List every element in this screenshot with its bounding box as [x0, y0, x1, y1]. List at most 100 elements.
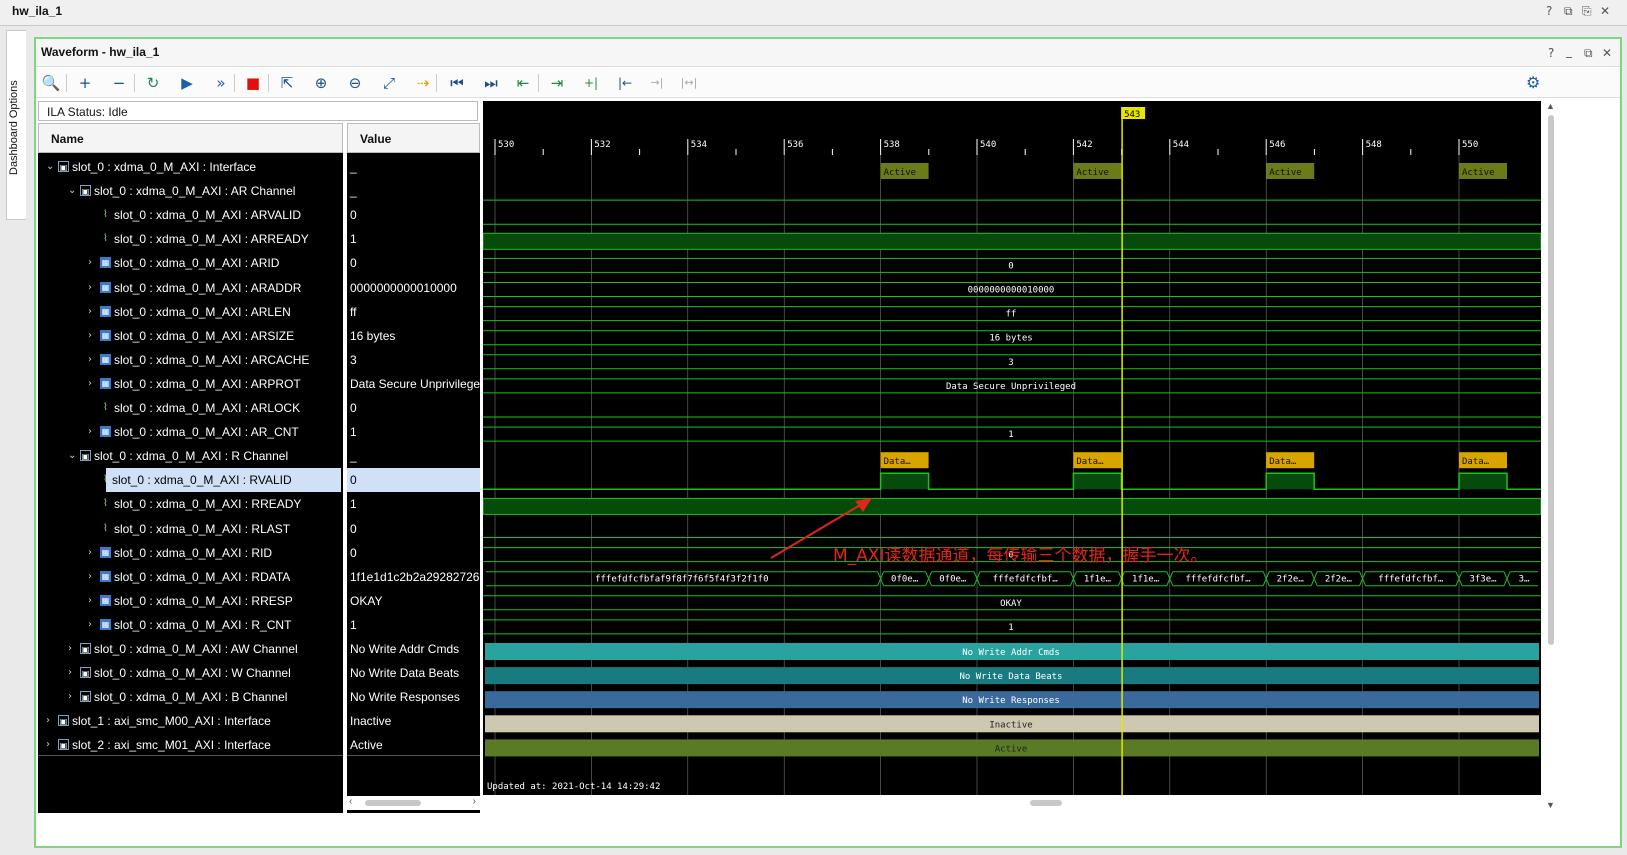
signal-row[interactable]: › ▦ slot_0 : xdma_0_M_AXI : ARCACHE: [38, 348, 343, 372]
help-icon[interactable]: ?: [1546, 4, 1552, 18]
expand-icon[interactable]: ›: [46, 709, 56, 733]
rdata-value-label: 1f1e…: [1132, 575, 1160, 585]
zoom-out-icon[interactable]: ⊖: [344, 72, 366, 94]
close-icon[interactable]: ✕: [1600, 4, 1610, 18]
scroll-down-icon[interactable]: ▼: [1546, 800, 1555, 810]
next-marker-icon[interactable]: →|: [646, 72, 668, 94]
help-icon[interactable]: ?: [1548, 46, 1554, 60]
toolbar-separator: [66, 74, 67, 92]
signal-row[interactable]: ⌄ ▣ slot_0 : xdma_0_M_AXI : R Channel: [38, 444, 343, 468]
next-transition-icon[interactable]: ⇥: [546, 72, 568, 94]
expand-icon[interactable]: ›: [68, 637, 78, 661]
waveform-canvas[interactable]: 530 532 534 536 538 540 542 544 546 548 550 Active A…: [483, 101, 1541, 795]
signal-row[interactable]: ⌇ slot_0 : xdma_0_M_AXI : RREADY: [38, 492, 343, 516]
signal-row[interactable]: › ▦ slot_0 : xdma_0_M_AXI : AR_CNT: [38, 420, 343, 444]
interface-icon: ▣: [58, 715, 69, 727]
minimize-icon[interactable]: _: [1566, 44, 1572, 58]
expand-icon[interactable]: ›: [88, 613, 98, 637]
expand-icon[interactable]: ›: [88, 565, 98, 589]
signal-name: slot_0 : xdma_0_M_AXI : RDATA: [114, 569, 291, 584]
prev-marker-icon[interactable]: |←: [614, 72, 636, 94]
waveform-horizontal-scrollbar[interactable]: [483, 796, 1541, 810]
signal-row[interactable]: › ▣ slot_1 : axi_smc_M00_AXI : Interface: [38, 709, 343, 733]
swap-cursors-icon[interactable]: |↔|: [678, 72, 700, 94]
interface-icon: ▣: [80, 185, 91, 197]
expand-icon[interactable]: ›: [88, 589, 98, 613]
goto-cursor-icon[interactable]: ⇢: [412, 72, 434, 94]
collapse-icon[interactable]: ⌄: [68, 444, 78, 468]
close-icon[interactable]: ✕: [1602, 46, 1612, 60]
expand-icon[interactable]: ›: [68, 661, 78, 685]
data-marker-label: Data…: [1462, 457, 1490, 467]
zoom-fit-icon[interactable]: ⤢: [378, 72, 400, 94]
waveform-vertical-scrollbar[interactable]: ▲ ▼: [1544, 101, 1558, 810]
run-trigger-icon[interactable]: ▶: [176, 72, 198, 94]
expand-icon[interactable]: ›: [88, 324, 98, 348]
signal-row[interactable]: ⌇ slot_0 : xdma_0_M_AXI : ARREADY: [38, 227, 343, 251]
expand-icon[interactable]: ›: [88, 348, 98, 372]
signal-row[interactable]: › ▣ slot_0 : xdma_0_M_AXI : B Channel: [38, 685, 343, 709]
expand-icon[interactable]: ›: [46, 733, 56, 757]
goto-end-icon[interactable]: ⏭: [480, 72, 502, 94]
scroll-thumb[interactable]: [1030, 800, 1062, 806]
expand-icon[interactable]: ›: [88, 276, 98, 300]
search-icon[interactable]: 🔍: [40, 72, 62, 94]
bus-signal-icon: ▦: [100, 281, 111, 293]
expand-icon[interactable]: ›: [68, 685, 78, 709]
restore-icon[interactable]: ⧉: [1564, 4, 1573, 19]
signal-row[interactable]: ⌄ ▣ slot_0 : xdma_0_M_AXI : Interface: [38, 155, 343, 179]
run-immediate-icon[interactable]: »: [210, 72, 232, 94]
scroll-thumb[interactable]: [365, 800, 421, 806]
collapse-icon[interactable]: ⌄: [46, 155, 56, 179]
export-icon[interactable]: ⇱: [276, 72, 298, 94]
scroll-left-icon[interactable]: ‹: [349, 796, 352, 807]
add-marker-icon[interactable]: +|: [580, 72, 602, 94]
signal-row[interactable]: › ▦ slot_0 : xdma_0_M_AXI : ARID: [38, 251, 343, 275]
goto-start-icon[interactable]: ⏮: [446, 72, 468, 94]
values-horizontal-scrollbar[interactable]: ‹ ›: [347, 796, 480, 810]
signal-row[interactable]: › ▦ slot_0 : xdma_0_M_AXI : ARADDR: [38, 276, 343, 300]
gear-icon[interactable]: ⚙: [1526, 73, 1540, 93]
expand-icon[interactable]: ›: [88, 541, 98, 565]
expand-icon[interactable]: ›: [88, 300, 98, 324]
collapse-icon[interactable]: ⌄: [68, 179, 78, 203]
expand-icon[interactable]: ›: [88, 420, 98, 444]
scroll-right-icon[interactable]: ›: [473, 796, 476, 807]
signal-row[interactable]: › ▣ slot_0 : xdma_0_M_AXI : AW Channel: [38, 637, 343, 661]
expand-icon[interactable]: ›: [88, 372, 98, 396]
zoom-in-icon[interactable]: ⊕: [310, 72, 332, 94]
name-column-header[interactable]: Name: [38, 123, 343, 153]
signal-row[interactable]: ⌄ ▣ slot_0 : xdma_0_M_AXI : AR Channel: [38, 179, 343, 203]
signal-row[interactable]: ⌇slot_0 : xdma_0_M_AXI : RVALID: [38, 468, 343, 493]
signal-row[interactable]: › ▦ slot_0 : xdma_0_M_AXI : ARLEN: [38, 300, 343, 324]
waveform-title: Waveform - hw_ila_1: [41, 45, 160, 59]
signal-row[interactable]: › ▦ slot_0 : xdma_0_M_AXI : RID: [38, 541, 343, 565]
dashboard-options-tab[interactable]: Dashboard Options: [6, 30, 26, 220]
value-column-header[interactable]: Value: [347, 123, 480, 153]
signal-row[interactable]: › ▦ slot_0 : xdma_0_M_AXI : ARPROT: [38, 372, 343, 396]
window-title: hw_ila_1: [12, 4, 63, 18]
auto-rerun-icon[interactable]: ↻: [142, 72, 164, 94]
scroll-thumb[interactable]: [1548, 115, 1554, 645]
signal-row[interactable]: ⌇ slot_0 : xdma_0_M_AXI : RLAST: [38, 517, 343, 541]
add-icon[interactable]: +: [74, 72, 96, 94]
remove-icon[interactable]: −: [108, 72, 130, 94]
signal-row[interactable]: › ▣ slot_0 : xdma_0_M_AXI : W Channel: [38, 661, 343, 685]
signal-row[interactable]: › ▦ slot_0 : xdma_0_M_AXI : RDATA: [38, 565, 343, 589]
float-icon[interactable]: ⎘: [1582, 4, 1592, 19]
prev-transition-icon[interactable]: ⇤: [512, 72, 534, 94]
signal-row[interactable]: › ▦ slot_0 : xdma_0_M_AXI : ARSIZE: [38, 324, 343, 348]
signal-row[interactable]: › ▦ slot_0 : xdma_0_M_AXI : R_CNT: [38, 613, 343, 637]
signal-row[interactable]: ⌇ slot_0 : xdma_0_M_AXI : ARLOCK: [38, 396, 343, 420]
signal-row[interactable]: › ▦ slot_0 : xdma_0_M_AXI : RRESP: [38, 589, 343, 613]
stop-icon[interactable]: ■: [242, 72, 264, 94]
expand-icon[interactable]: ›: [88, 251, 98, 275]
scroll-up-icon[interactable]: ▲: [1546, 101, 1555, 111]
signal-value: No Write Responses: [350, 690, 460, 705]
signal-row[interactable]: › ▣ slot_2 : axi_smc_M01_AXI : Interface: [38, 733, 343, 757]
signal-row[interactable]: ⌇ slot_0 : xdma_0_M_AXI : ARVALID: [38, 203, 343, 227]
signal-name: slot_0 : xdma_0_M_AXI : ARID: [114, 256, 280, 271]
rvalid-high-fill: [1459, 473, 1507, 490]
restore-icon[interactable]: ⧉: [1584, 46, 1593, 61]
rdata-value-label: fffefdfcfbf…: [993, 575, 1059, 585]
